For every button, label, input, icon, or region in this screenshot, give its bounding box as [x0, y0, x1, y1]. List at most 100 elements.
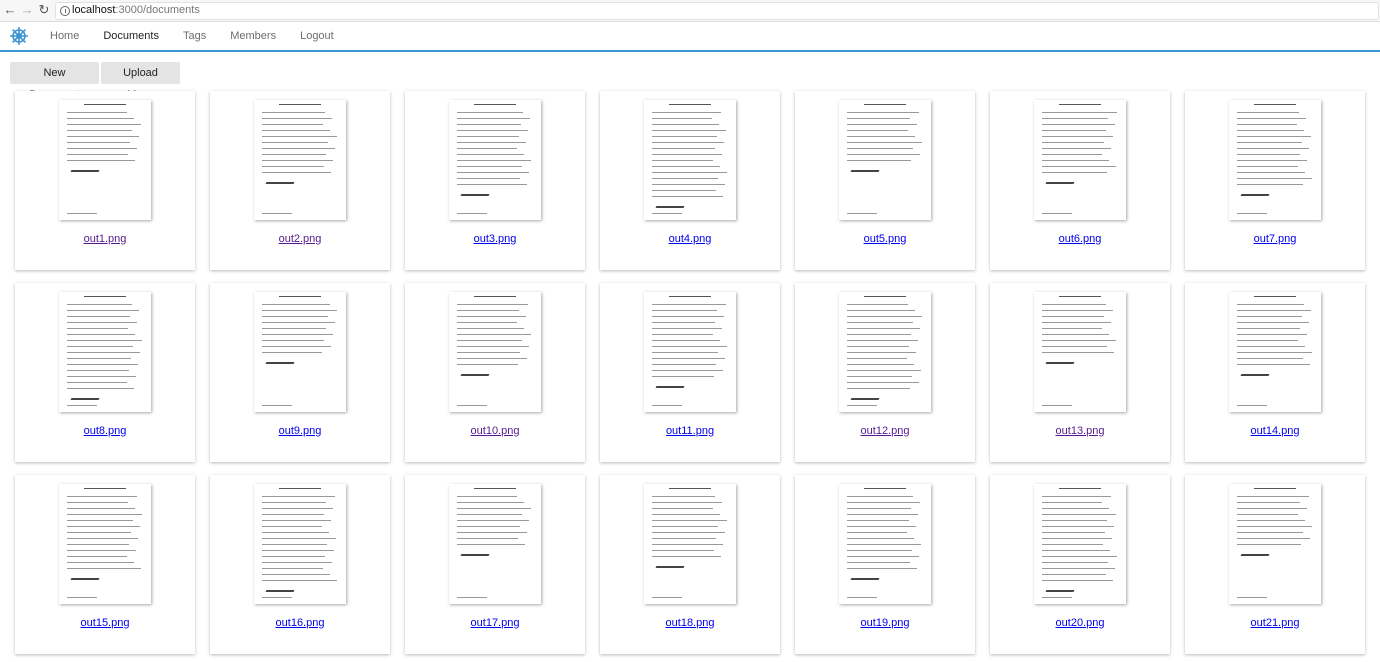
thumbnail-text-line — [1237, 166, 1298, 167]
document-link[interactable]: out3.png — [405, 233, 585, 245]
document-link[interactable]: out18.png — [600, 617, 780, 629]
document-link[interactable]: out16.png — [210, 617, 390, 629]
document-card[interactable]: out14.png — [1185, 283, 1365, 462]
url-text[interactable]: localhost:3000/documents — [72, 4, 200, 17]
thumbnail-text-line — [67, 508, 135, 509]
thumbnail-footer-line — [457, 597, 487, 598]
document-link[interactable]: out20.png — [990, 617, 1170, 629]
document-link[interactable]: out15.png — [15, 617, 195, 629]
thumbnail-text-line — [652, 364, 716, 365]
upload-many-button[interactable]: Upload Many — [101, 62, 180, 101]
thumbnail-text-line — [457, 130, 528, 131]
document-link[interactable]: out4.png — [600, 233, 780, 245]
document-thumbnail[interactable] — [254, 292, 346, 412]
forward-arrow-icon[interactable]: → — [20, 2, 34, 18]
thumbnail-text-line — [67, 526, 140, 527]
nav-link-documents[interactable]: Documents — [103, 22, 159, 50]
document-thumbnail[interactable] — [1034, 100, 1126, 220]
document-thumbnail[interactable] — [839, 100, 931, 220]
nav-link-logout[interactable]: Logout — [300, 22, 334, 50]
document-card[interactable]: out12.png — [795, 283, 975, 462]
thumbnail-text-line — [457, 508, 531, 509]
thumbnail-text-line — [67, 160, 135, 161]
document-card[interactable]: out10.png — [405, 283, 585, 462]
document-card[interactable]: out5.png — [795, 91, 975, 270]
document-link[interactable]: out5.png — [795, 233, 975, 245]
document-link[interactable]: out2.png — [210, 233, 390, 245]
thumbnail-text-line — [262, 142, 328, 143]
nav-link-members[interactable]: Members — [230, 22, 276, 50]
thumbnail-text-line — [262, 130, 330, 131]
document-link[interactable]: out19.png — [795, 617, 975, 629]
document-link[interactable]: out17.png — [405, 617, 585, 629]
ship-wheel-icon[interactable] — [9, 26, 29, 46]
thumbnail-text-line — [262, 166, 324, 167]
document-thumbnail[interactable] — [644, 292, 736, 412]
thumbnail-text-line — [262, 118, 332, 119]
document-card[interactable]: out19.png — [795, 475, 975, 654]
document-thumbnail[interactable] — [59, 100, 151, 220]
document-card[interactable]: out11.png — [600, 283, 780, 462]
document-thumbnail[interactable] — [59, 292, 151, 412]
address-bar[interactable]: localhost:3000/documents — [55, 2, 1379, 20]
info-icon[interactable] — [60, 6, 70, 16]
document-thumbnail[interactable] — [644, 484, 736, 604]
thumbnail-text-line — [847, 112, 919, 113]
document-thumbnail[interactable] — [1229, 100, 1321, 220]
document-thumbnail[interactable] — [449, 484, 541, 604]
document-thumbnail[interactable] — [254, 484, 346, 604]
document-card[interactable]: out1.png — [15, 91, 195, 270]
thumbnail-footer-line — [1042, 597, 1072, 598]
document-card[interactable]: out18.png — [600, 475, 780, 654]
document-card[interactable]: out20.png — [990, 475, 1170, 654]
document-link[interactable]: out14.png — [1185, 425, 1365, 437]
document-thumbnail[interactable] — [644, 100, 736, 220]
thumbnail-signature — [70, 170, 100, 172]
document-link[interactable]: out10.png — [405, 425, 585, 437]
document-thumbnail[interactable] — [449, 100, 541, 220]
document-card[interactable]: out6.png — [990, 91, 1170, 270]
document-link[interactable]: out13.png — [990, 425, 1170, 437]
document-link[interactable]: out9.png — [210, 425, 390, 437]
document-link[interactable]: out7.png — [1185, 233, 1365, 245]
document-thumbnail[interactable] — [1034, 484, 1126, 604]
nav-link-tags[interactable]: Tags — [183, 22, 206, 50]
document-thumbnail[interactable] — [839, 484, 931, 604]
nav-link-home[interactable]: Home — [50, 22, 79, 50]
document-link[interactable]: out8.png — [15, 425, 195, 437]
document-card[interactable]: out9.png — [210, 283, 390, 462]
thumbnail-text-line — [652, 166, 720, 167]
document-thumbnail[interactable] — [1229, 484, 1321, 604]
document-card[interactable]: out8.png — [15, 283, 195, 462]
document-thumbnail[interactable] — [839, 292, 931, 412]
new-document-button[interactable]: New Document — [10, 62, 99, 101]
back-arrow-icon[interactable]: ← — [3, 2, 17, 18]
document-link[interactable]: out12.png — [795, 425, 975, 437]
browser-toolbar: ← → ↻ localhost:3000/documents — [0, 0, 1380, 22]
thumbnail-signature — [1240, 194, 1270, 196]
document-thumbnail[interactable] — [59, 484, 151, 604]
document-thumbnail[interactable] — [1229, 292, 1321, 412]
reload-icon[interactable]: ↻ — [37, 2, 51, 18]
thumbnail-text-line — [1042, 130, 1106, 131]
document-card[interactable]: out15.png — [15, 475, 195, 654]
document-card[interactable]: out17.png — [405, 475, 585, 654]
document-thumbnail[interactable] — [1034, 292, 1126, 412]
document-link[interactable]: out1.png — [15, 233, 195, 245]
document-card[interactable]: out13.png — [990, 283, 1170, 462]
document-link[interactable]: out11.png — [600, 425, 780, 437]
document-card[interactable]: out4.png — [600, 91, 780, 270]
thumbnail-text-line — [652, 544, 723, 545]
document-thumbnail[interactable] — [449, 292, 541, 412]
document-card[interactable]: out3.png — [405, 91, 585, 270]
document-card[interactable]: out16.png — [210, 475, 390, 654]
document-link[interactable]: out6.png — [990, 233, 1170, 245]
document-thumbnail[interactable] — [254, 100, 346, 220]
document-card[interactable]: out7.png — [1185, 91, 1365, 270]
document-link[interactable]: out21.png — [1185, 617, 1365, 629]
document-card[interactable]: out21.png — [1185, 475, 1365, 654]
document-card[interactable]: out2.png — [210, 91, 390, 270]
thumbnail-text-line — [262, 346, 331, 347]
thumbnail-text-line — [1042, 568, 1115, 569]
thumbnail-text-line — [67, 496, 137, 497]
